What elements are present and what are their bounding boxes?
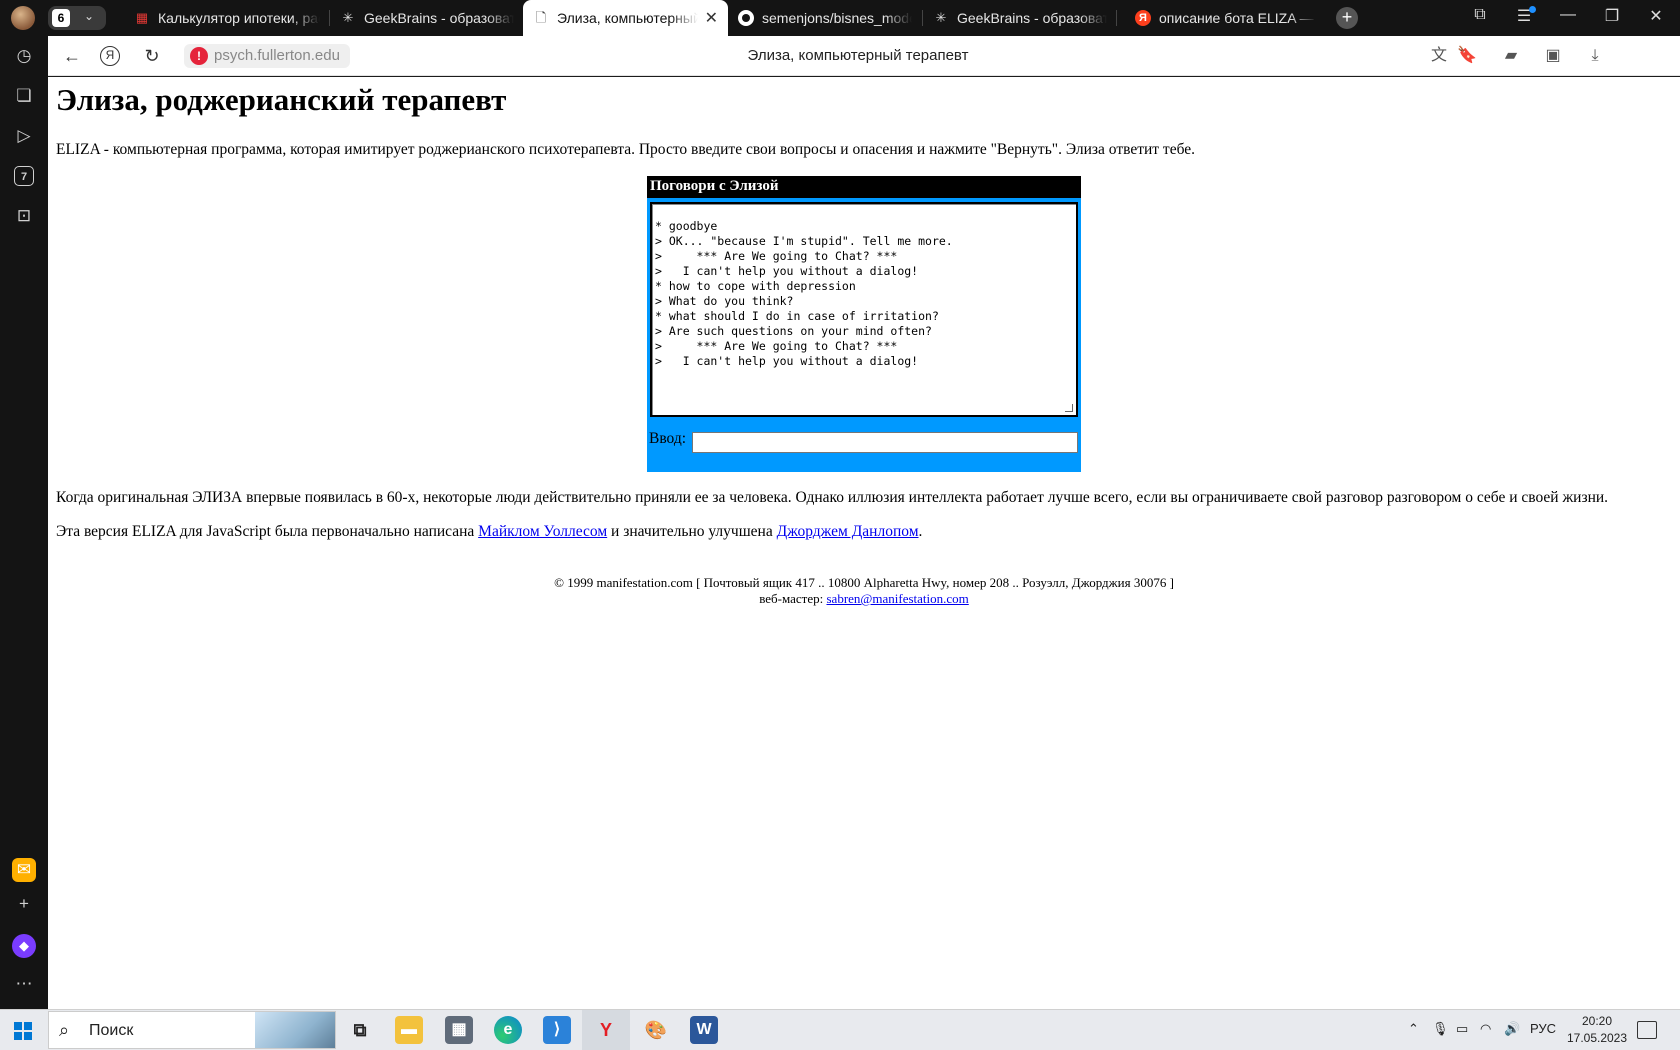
credits-paragraph: Эта версия ELIZA для JavaScript была пер…	[56, 523, 922, 541]
mail-icon[interactable]: ✉	[12, 858, 36, 882]
browser-sidebar: ◷ ❏ ▷ 7 ⊡ ✉ + ◆ ⋯	[0, 36, 48, 1009]
author-dunlop-link[interactable]: Джорджем Данлопом	[777, 523, 919, 540]
tab-label: описание бота ELIZA — Ян	[1159, 10, 1317, 26]
wifi-icon[interactable]: ◠	[1480, 1021, 1491, 1037]
tab-label: Элиза, компьютерный	[557, 10, 698, 26]
input-label: Ввод:	[649, 430, 687, 447]
paint-icon[interactable]: 🎨	[642, 1016, 670, 1044]
clock-time: 20:20	[1581, 1014, 1613, 1028]
restore-icon[interactable]: ❐	[1600, 6, 1624, 26]
browser-tab-bar: 6 ⌄ ▦ Калькулятор ипотеки, рас ✳ GeekBra…	[0, 0, 1680, 36]
search-icon: ⌕	[59, 1020, 70, 1040]
credits-prefix: Эта версия ELIZA для JavaScript была пер…	[56, 523, 475, 540]
tab-count: 6	[52, 9, 70, 27]
eliza-chat-form: Поговори с Элизой * goodbye > OK... "bec…	[647, 176, 1081, 472]
taskbar-search[interactable]: ⌕ Поиск	[48, 1011, 336, 1049]
chevron-up-icon[interactable]: ⌃	[1408, 1021, 1419, 1037]
footer-webmaster: веб-мастер: sabren@manifestation.com	[48, 591, 1680, 607]
translate-icon[interactable]: 文	[1428, 45, 1450, 67]
page-heading: Элиза, роджерианский терапевт	[56, 82, 507, 117]
chat-input[interactable]	[692, 432, 1078, 453]
edge-icon[interactable]: e	[494, 1016, 522, 1044]
profile-avatar[interactable]	[11, 6, 35, 30]
notifications-icon[interactable]	[1637, 1021, 1657, 1039]
bookmarks-icon[interactable]: ⧉	[1468, 6, 1492, 24]
close-window-icon[interactable]: ✕	[1644, 6, 1668, 26]
author-wallace-link[interactable]: Майклом Уоллесом	[478, 523, 607, 540]
webmaster-label: веб-мастер:	[759, 591, 824, 606]
onedrive-icon[interactable]: ▭	[1456, 1021, 1468, 1037]
windows-taskbar: ⌕ Поиск ⧉ ▬ ▦ e ⟩ Y 🎨 W ⌃ 🎙 ▭ ◠ 🔊 РУС 20…	[0, 1009, 1680, 1050]
system-clock[interactable]: 20:20 17.05.2023	[1552, 1013, 1642, 1047]
close-tab-icon[interactable]: ✕	[705, 8, 718, 28]
tab-mortgage-calculator[interactable]: ▦ Калькулятор ипотеки, рас	[124, 0, 328, 36]
openai-icon: ✳	[935, 10, 947, 25]
history-paragraph: Когда оригинальная ЭЛИЗА впервые появила…	[56, 489, 1609, 506]
tab-eliza[interactable]: 🗋 Элиза, компьютерный ✕	[523, 0, 728, 36]
tab-count-button[interactable]: 6 ⌄	[48, 6, 106, 30]
intro-paragraph: ELIZA - компьютерная программа, которая …	[56, 141, 1196, 158]
address-bar: ← Я ↻ ! psych.fullerton.edu Элиза, компь…	[48, 36, 1680, 76]
clock-date: 17.05.2023	[1566, 1031, 1628, 1045]
reader-icon[interactable]: ▣	[1542, 45, 1564, 67]
task-view-icon[interactable]: ⧉	[346, 1016, 374, 1044]
extension-icon[interactable]: ▰	[1500, 45, 1522, 67]
windows-start-icon[interactable]	[14, 1022, 32, 1040]
alice-icon[interactable]: ◆	[12, 934, 36, 958]
microphone-icon[interactable]: 🎙	[1432, 1021, 1449, 1037]
document-icon: 🗋	[535, 10, 547, 25]
tab-label: GeekBrains - образовател	[957, 10, 1107, 26]
credits-suffix: .	[918, 523, 923, 540]
screenshot-icon[interactable]: ⊡	[12, 204, 36, 228]
yandex-icon: Я	[1135, 10, 1151, 26]
tab-yandex-eliza[interactable]: Я описание бота ELIZA — Ян	[1125, 0, 1325, 36]
download-icon[interactable]: ⤓	[1584, 45, 1606, 67]
tabs-count-icon[interactable]: 7	[14, 166, 34, 186]
tab-label: GeekBrains - образовател	[364, 10, 514, 26]
tab-github[interactable]: semenjons/bisnes_modeli	[728, 0, 920, 36]
yandex-browser-icon[interactable]: Y	[592, 1016, 620, 1044]
video-icon[interactable]: ▷	[12, 124, 36, 148]
textarea-resize-handle[interactable]	[1065, 404, 1073, 412]
add-panel-icon[interactable]: +	[12, 892, 36, 916]
minimize-icon[interactable]: —	[1556, 6, 1580, 24]
page-content: Элиза, роджерианский терапевт ELIZA - ко…	[48, 77, 1680, 1009]
tab-label: Калькулятор ипотеки, рас	[158, 10, 320, 26]
footer-address: © 1999 manifestation.com [ Почтовый ящик…	[554, 575, 1174, 590]
calculator-app-icon[interactable]: ▦	[445, 1016, 473, 1044]
github-icon	[738, 10, 754, 26]
search-placeholder: Поиск	[89, 1022, 134, 1039]
chat-log-textarea[interactable]: * goodbye > OK... "because I'm stupid". …	[650, 202, 1078, 417]
calculator-icon: ▦	[135, 10, 149, 25]
file-explorer-icon[interactable]: ▬	[395, 1016, 423, 1044]
tab-separator	[1116, 10, 1117, 26]
credits-middle: и значительно улучшена	[611, 523, 773, 540]
history-icon[interactable]: ◷	[12, 44, 36, 68]
tab-geekbrains-2[interactable]: ✳ GeekBrains - образовател	[923, 0, 1115, 36]
new-tab-button[interactable]: +	[1336, 7, 1358, 29]
page-title: Элиза, компьютерный терапевт	[747, 47, 969, 64]
search-highlight-image	[255, 1012, 335, 1048]
vscode-icon[interactable]: ⟩	[543, 1016, 571, 1044]
volume-icon[interactable]: 🔊	[1504, 1021, 1520, 1037]
tab-geekbrains-1[interactable]: ✳ GeekBrains - образовател	[330, 0, 522, 36]
tab-label: semenjons/bisnes_modeli	[762, 10, 912, 26]
more-icon[interactable]: ⋯	[12, 972, 36, 996]
chevron-down-icon: ⌄	[84, 9, 95, 23]
openai-icon: ✳	[342, 10, 354, 25]
chat-header: Поговори с Элизой	[647, 176, 1081, 198]
collections-icon[interactable]: ❏	[12, 84, 36, 108]
menu-icon[interactable]: ☰	[1512, 6, 1536, 26]
webmaster-email-link[interactable]: sabren@manifestation.com	[826, 591, 968, 606]
bookmark-icon[interactable]: 🔖	[1456, 45, 1478, 67]
word-icon[interactable]: W	[690, 1016, 718, 1044]
